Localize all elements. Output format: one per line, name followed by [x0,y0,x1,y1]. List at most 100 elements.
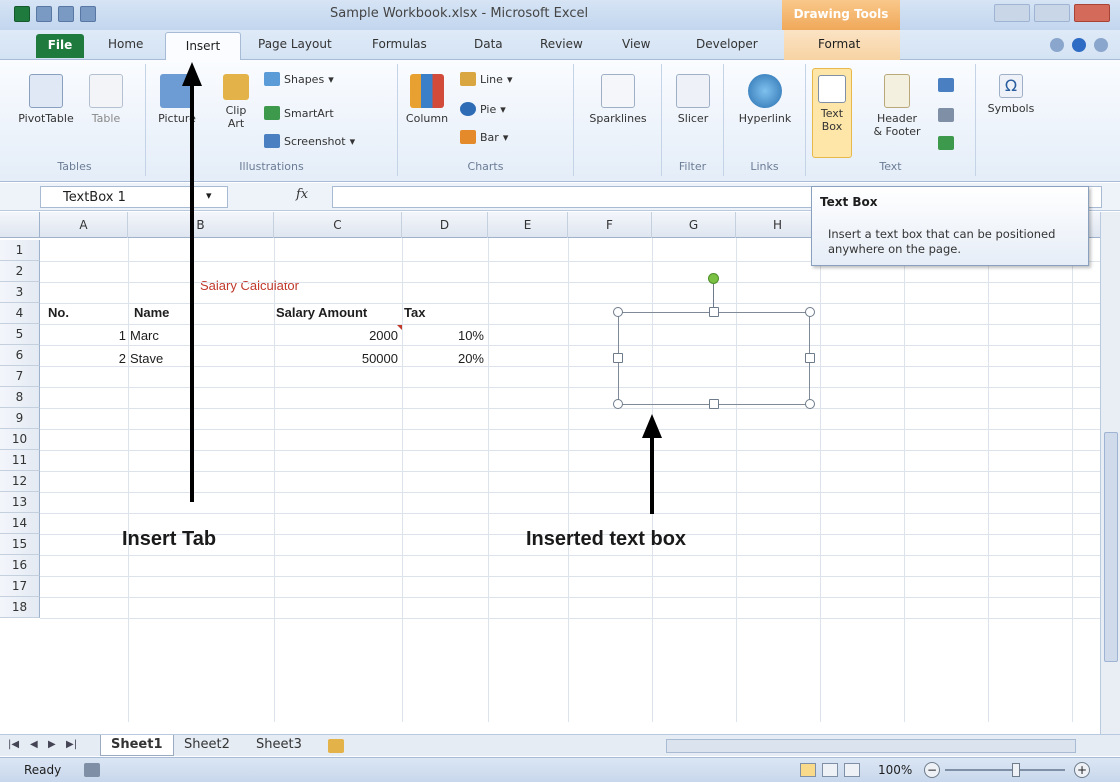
row-header[interactable]: 7 [0,366,40,387]
page-layout-view-icon[interactable] [822,763,838,777]
minimize-button[interactable] [994,4,1030,22]
insert-sheet-icon[interactable] [328,739,344,753]
row-tax-cell[interactable]: 10% [402,325,484,346]
header-salary-cell[interactable]: Salary Amount [276,302,367,323]
sheet-tab-2[interactable]: Sheet2 [174,735,240,756]
first-sheet-icon[interactable]: |◀ [8,739,19,750]
resize-handle[interactable] [805,307,815,317]
macro-record-icon[interactable] [84,763,100,777]
sheet-tab-3[interactable]: Sheet3 [246,735,312,756]
row-header[interactable]: 8 [0,387,40,408]
help-icon[interactable] [1072,38,1086,52]
header-footer-button[interactable]: Header & Footer [864,74,930,138]
screenshot-button[interactable]: Screenshot ▾ [264,134,355,148]
minimize-ribbon-icon[interactable] [1050,38,1064,52]
tab-view[interactable]: View [622,37,650,51]
row-header[interactable]: 4 [0,303,40,324]
header-name-cell[interactable]: Name [134,302,169,323]
resize-handle[interactable] [709,307,719,317]
resize-handle[interactable] [613,399,623,409]
row-no-cell[interactable]: 1 [40,325,126,346]
tab-file[interactable]: File [36,34,84,58]
close-button[interactable] [1074,4,1110,22]
table-button[interactable]: Table [86,74,126,125]
resize-handle[interactable] [613,353,623,363]
row-header[interactable]: 17 [0,576,40,597]
row-header[interactable]: 15 [0,534,40,555]
zoom-out-icon[interactable]: − [924,762,940,778]
tab-insert[interactable]: Insert [165,32,241,61]
column-header-h[interactable]: H [736,212,820,238]
wordart-icon[interactable] [938,78,954,92]
select-all-corner[interactable] [0,212,40,238]
column-header-g[interactable]: G [652,212,736,238]
text-box-button[interactable]: Text Box [812,68,852,158]
resize-handle[interactable] [613,307,623,317]
vertical-scrollbar[interactable] [1100,212,1120,734]
chevron-down-icon[interactable]: ▾ [206,189,212,202]
signature-line-icon[interactable] [938,108,954,122]
last-sheet-icon[interactable]: ▶| [66,739,77,750]
row-header[interactable]: 1 [0,240,40,261]
sparklines-button[interactable]: Sparklines [582,74,654,125]
line-chart-button[interactable]: Line ▾ [460,72,512,86]
row-header[interactable]: 9 [0,408,40,429]
column-header-e[interactable]: E [488,212,568,238]
column-header-d[interactable]: D [402,212,488,238]
row-header[interactable]: 16 [0,555,40,576]
row-header[interactable]: 2 [0,261,40,282]
row-header[interactable]: 18 [0,597,40,618]
normal-view-icon[interactable] [800,763,816,777]
sheet-tab-1[interactable]: Sheet1 [100,735,174,756]
pivottable-button[interactable]: PivotTable [16,74,76,125]
row-header[interactable]: 12 [0,471,40,492]
symbols-button[interactable]: Ω Symbols [986,74,1036,115]
hyperlink-button[interactable]: Hyperlink [730,74,800,125]
header-no-cell[interactable]: No. [48,302,69,323]
next-sheet-icon[interactable]: ▶ [48,739,56,750]
name-box[interactable]: TextBox 1 [40,186,228,208]
row-salary-cell[interactable]: 2000 [274,325,398,346]
zoom-in-icon[interactable]: + [1074,762,1090,778]
shapes-button[interactable]: Shapes ▾ [264,72,334,86]
worksheet-grid[interactable]: A B C D E F G H 1 2 3 4 5 6 7 8 9 10 11 12 13 14 15 16 1… [0,212,1100,722]
pie-chart-button[interactable]: Pie ▾ [460,102,506,116]
zoom-slider-thumb[interactable] [1012,763,1020,777]
tab-developer[interactable]: Developer [696,37,758,51]
row-header[interactable]: 11 [0,450,40,471]
page-break-view-icon[interactable] [844,763,860,777]
excel-logo-icon[interactable] [14,6,30,22]
save-icon[interactable] [36,6,52,22]
smartart-button[interactable]: SmartArt [264,106,334,120]
resize-handle[interactable] [709,399,719,409]
maximize-button[interactable] [1034,4,1070,22]
row-header[interactable]: 5 [0,324,40,345]
restore-icon[interactable] [1094,38,1108,52]
sheet-title-cell[interactable]: Salary Calculator [200,275,299,296]
insert-function-icon[interactable]: fx [296,187,308,202]
row-header[interactable]: 3 [0,282,40,303]
row-header[interactable]: 13 [0,492,40,513]
bar-chart-button[interactable]: Bar ▾ [460,130,508,144]
tab-page-layout[interactable]: Page Layout [258,37,332,51]
column-header-a[interactable]: A [40,212,128,238]
slicer-button[interactable]: Slicer [670,74,716,125]
row-header[interactable]: 14 [0,513,40,534]
clipart-button[interactable]: Clip Art [216,74,256,130]
tab-data[interactable]: Data [474,37,503,51]
object-icon[interactable] [938,136,954,150]
resize-handle[interactable] [805,353,815,363]
row-header[interactable]: 10 [0,429,40,450]
vertical-scroll-thumb[interactable] [1104,432,1118,662]
rotation-handle[interactable] [708,273,719,284]
resize-handle[interactable] [805,399,815,409]
column-header-c[interactable]: C [274,212,402,238]
zoom-slider[interactable] [945,769,1065,771]
column-chart-button[interactable]: Column [402,74,452,125]
horizontal-scrollbar[interactable] [666,739,1076,753]
prev-sheet-icon[interactable]: ◀ [30,739,38,750]
column-header-b[interactable]: B [128,212,274,238]
tab-formulas[interactable]: Formulas [372,37,427,51]
column-header-f[interactable]: F [568,212,652,238]
undo-icon[interactable] [58,6,74,22]
